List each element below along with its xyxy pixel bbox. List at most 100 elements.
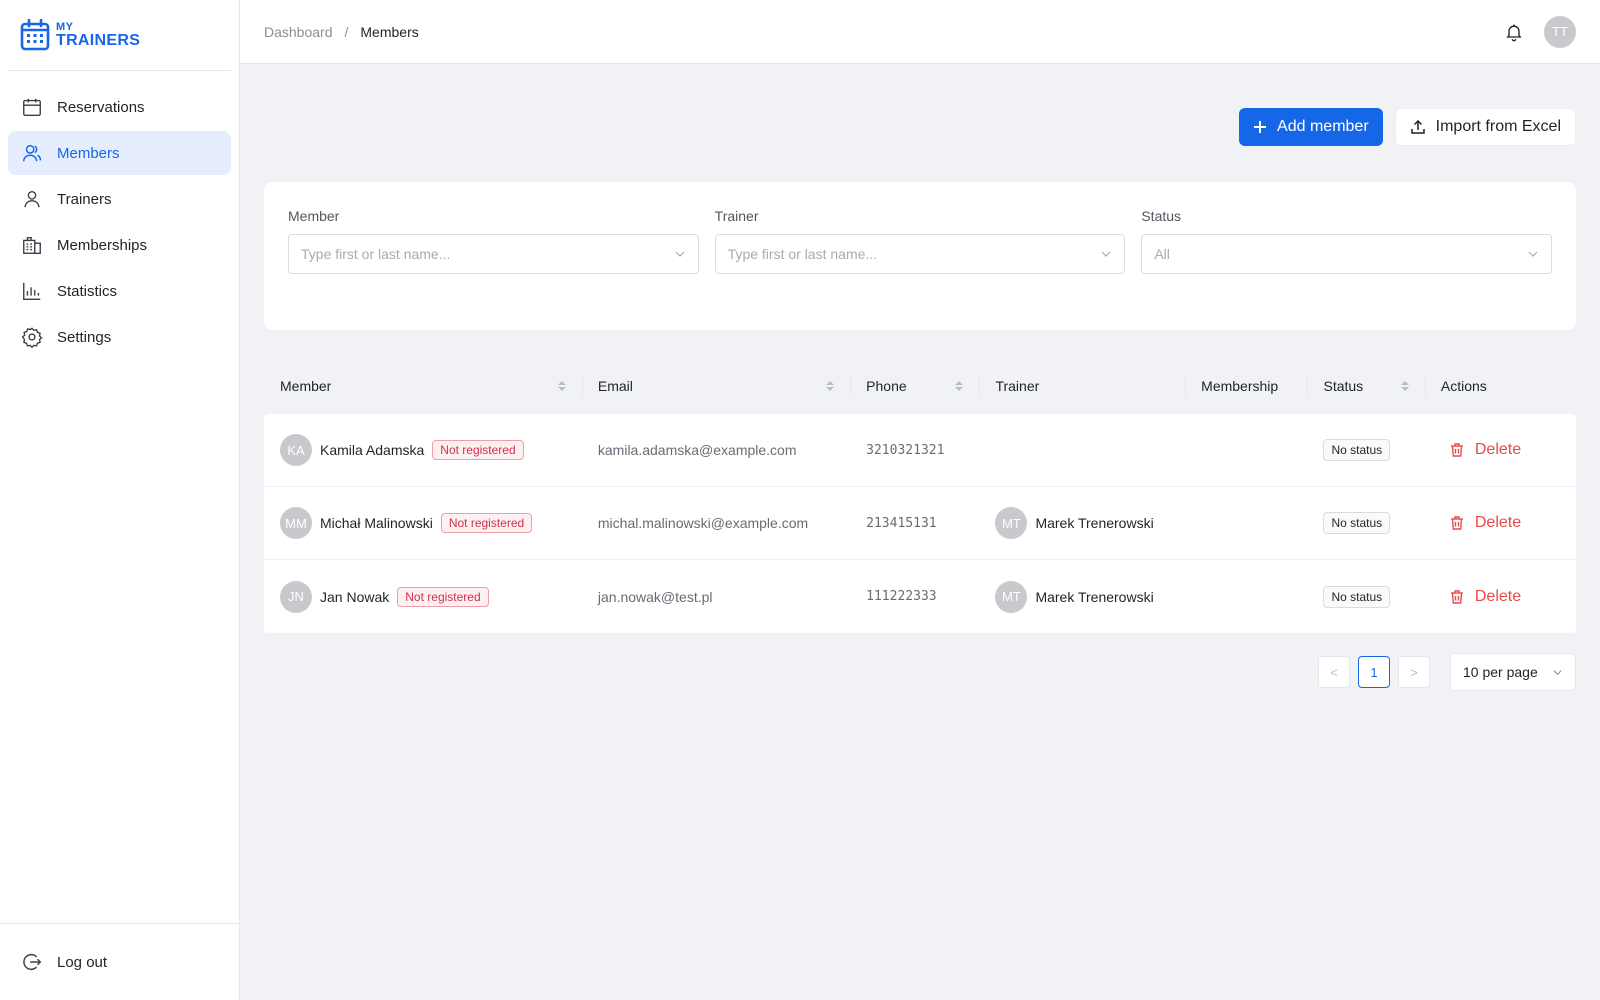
next-page-button[interactable]: >: [1398, 656, 1430, 688]
breadcrumb-dashboard[interactable]: Dashboard: [264, 24, 333, 40]
sidebar-item-trainers[interactable]: Trainers: [8, 177, 231, 221]
not-registered-badge: Not registered: [440, 513, 533, 533]
column-header-member[interactable]: Member: [264, 358, 582, 414]
delete-button[interactable]: Delete: [1441, 441, 1521, 459]
column-label: Membership: [1201, 378, 1279, 394]
column-label: Status: [1323, 378, 1364, 394]
prev-page-button[interactable]: <: [1318, 656, 1350, 688]
table-row: JN Jan Nowak Not registered jan.nowak@te…: [264, 560, 1576, 633]
column-header-trainer: Trainer: [979, 358, 1185, 414]
logout-label: Log out: [57, 953, 108, 971]
brand-logo[interactable]: MY TRAINERS: [8, 0, 231, 71]
calendar-icon: [23, 98, 41, 116]
import-excel-button[interactable]: Import from Excel: [1394, 108, 1576, 146]
member-search-placeholder: Type first or last name...: [301, 246, 451, 262]
status-select[interactable]: All: [1141, 234, 1553, 274]
sidebar-item-label: Settings: [57, 328, 112, 346]
column-header-status[interactable]: Status: [1307, 358, 1424, 414]
sidebar-item-label: Memberships: [57, 236, 148, 254]
cell-actions: Delete: [1425, 514, 1576, 532]
column-label: Member: [280, 378, 332, 394]
cell-phone: 213415131: [866, 515, 937, 531]
add-member-button[interactable]: Add member: [1239, 108, 1383, 146]
per-page-select[interactable]: 10 per page: [1450, 653, 1576, 691]
topbar-right: TT: [1504, 15, 1576, 48]
delete-label: Delete: [1474, 587, 1522, 605]
avatar: JN: [280, 580, 312, 613]
cell-status: No status: [1307, 512, 1424, 534]
sidebar-item-members[interactable]: Members: [8, 131, 231, 175]
members-icon: [23, 144, 42, 162]
page-number-button[interactable]: 1: [1358, 656, 1390, 688]
delete-label: Delete: [1474, 441, 1522, 458]
calendar-logo-icon: [20, 19, 50, 51]
member-name: Kamila Adamska: [320, 442, 425, 458]
member-name: Michał Malinowski: [320, 515, 433, 531]
breadcrumb-separator: /: [344, 23, 349, 40]
sort-icon[interactable]: [1400, 381, 1409, 391]
cell-member: MM Michał Malinowski Not registered: [264, 507, 582, 539]
sidebar-item-memberships[interactable]: Memberships: [8, 223, 231, 267]
column-header-email[interactable]: Email: [581, 358, 850, 414]
logout-button[interactable]: Log out: [0, 923, 239, 1000]
brand-text: MY TRAINERS: [56, 21, 141, 49]
table-row: KA Kamila Adamska Not registered kamila.…: [264, 414, 1576, 487]
trash-icon: [1450, 589, 1463, 604]
filter-card: Member Type first or last name... Traine…: [264, 182, 1576, 330]
sidebar-item-reservations[interactable]: Reservations: [8, 85, 231, 129]
chevron-down-icon: [1528, 251, 1538, 257]
main-area: Dashboard / Members TT Add member Import…: [240, 0, 1600, 1000]
cell-email: michal.malinowski@example.com: [597, 515, 809, 531]
bell-icon[interactable]: [1504, 22, 1524, 42]
sort-icon[interactable]: [826, 381, 835, 391]
delete-button[interactable]: Delete: [1441, 588, 1521, 606]
filter-trainer: Trainer Type first or last name...: [714, 208, 1126, 304]
cell-status: No status: [1307, 439, 1424, 461]
filter-trainer-label: Trainer: [714, 208, 759, 224]
topbar: Dashboard / Members TT: [240, 0, 1600, 64]
sidebar-nav: Reservations Members Trainers Membership…: [0, 71, 239, 361]
sidebar-item-statistics[interactable]: Statistics: [8, 269, 231, 313]
trainer-avatar: MT: [995, 507, 1028, 539]
bar-chart-icon: [23, 282, 41, 300]
chevron-down-icon: [675, 251, 685, 257]
column-header-phone[interactable]: Phone: [850, 358, 979, 414]
plus-icon: [1254, 121, 1267, 133]
sidebar-item-settings[interactable]: Settings: [8, 315, 231, 359]
cell-email: kamila.adamska@example.com: [597, 442, 797, 458]
trainer-name: Marek Trenerowski: [1035, 588, 1154, 605]
column-label: Trainer: [995, 378, 1040, 394]
trainer-search-placeholder: Type first or last name...: [727, 246, 878, 262]
app: MY TRAINERS Reservations Members Trainer…: [0, 0, 1600, 1000]
import-excel-label: Import from Excel: [1435, 118, 1561, 135]
trainer-search-select[interactable]: Type first or last name...: [714, 234, 1126, 274]
sidebar-item-label: Trainers: [57, 190, 112, 208]
page-content: Add member Import from Excel Member Type…: [240, 64, 1600, 691]
member-search-select[interactable]: Type first or last name...: [288, 234, 699, 274]
page-actions: Add member Import from Excel: [264, 108, 1576, 146]
sort-icon[interactable]: [955, 381, 964, 391]
cell-status: No status: [1307, 585, 1424, 608]
logout-icon: [23, 953, 42, 971]
filter-member: Member Type first or last name...: [288, 208, 699, 304]
delete-label: Delete: [1474, 514, 1522, 531]
table-header: Member Email Phone Trainer Membership St…: [264, 358, 1576, 414]
filter-member-label: Member: [288, 208, 340, 224]
breadcrumb-current: Members: [360, 23, 419, 40]
cell-member: JN Jan Nowak Not registered: [264, 580, 582, 613]
avatar: MM: [280, 507, 312, 539]
per-page-value: 10 per page: [1463, 664, 1538, 680]
delete-button[interactable]: Delete: [1441, 514, 1521, 532]
trainer-name: Marek Trenerowski: [1035, 515, 1154, 531]
sidebar-item-label: Members: [57, 144, 120, 162]
sort-icon[interactable]: [557, 381, 566, 391]
brand-line-2: TRAINERS: [56, 31, 141, 49]
sidebar-item-label: Statistics: [57, 282, 118, 300]
members-table: Member Email Phone Trainer Membership St…: [264, 358, 1576, 633]
column-label: Phone: [866, 378, 907, 394]
user-avatar[interactable]: TT: [1544, 15, 1576, 48]
breadcrumb: Dashboard / Members: [264, 24, 419, 40]
cell-actions: Delete: [1425, 588, 1576, 606]
avatar: KA: [280, 434, 312, 466]
